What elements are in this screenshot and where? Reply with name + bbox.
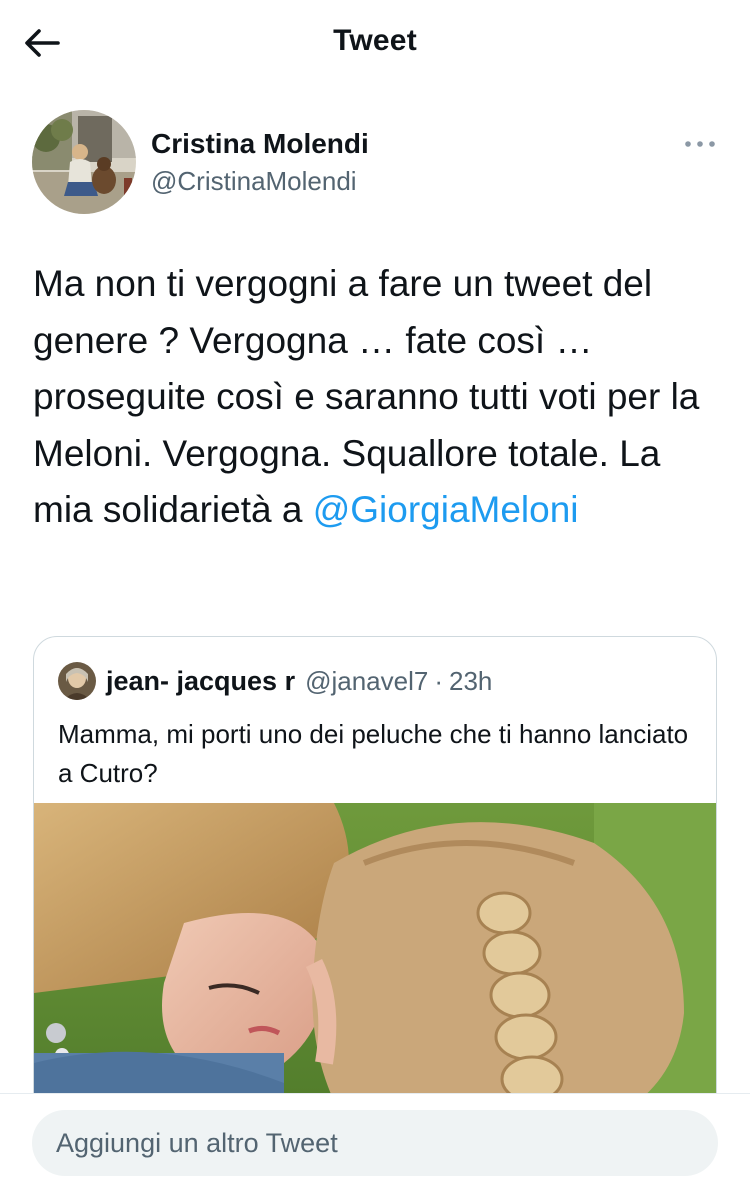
- page-title: Tweet: [333, 24, 417, 57]
- top-bar: Tweet: [0, 0, 750, 86]
- quoted-avatar[interactable]: [58, 662, 96, 700]
- tweet-text: Ma non ti vergogni a fare un tweet del g…: [33, 256, 723, 539]
- reply-input[interactable]: [32, 1110, 718, 1176]
- quoted-author-name[interactable]: jean- jacques r: [106, 666, 295, 697]
- more-horizontal-icon: [685, 141, 715, 147]
- author-name[interactable]: Cristina Molendi: [151, 128, 369, 160]
- quoted-tweet-card[interactable]: jean- jacques r @janavel7 · 23h Mamma, m…: [33, 636, 717, 1136]
- quoted-tweet-image[interactable]: [34, 803, 716, 1135]
- quoted-tweet-header: jean- jacques r @janavel7 · 23h: [58, 661, 492, 701]
- quoted-author-handle[interactable]: @janavel7: [305, 666, 428, 697]
- more-button[interactable]: [680, 130, 720, 158]
- author-handle[interactable]: @CristinaMolendi: [151, 166, 357, 197]
- reply-bar: [0, 1093, 750, 1192]
- mention-link[interactable]: @GiorgiaMeloni: [313, 489, 579, 530]
- avatar[interactable]: [32, 110, 136, 214]
- quoted-tweet-text: Mamma, mi porti uno dei peluche che ti h…: [58, 719, 689, 788]
- quoted-separator: ·: [434, 665, 444, 696]
- quoted-timestamp[interactable]: 23h: [449, 666, 492, 697]
